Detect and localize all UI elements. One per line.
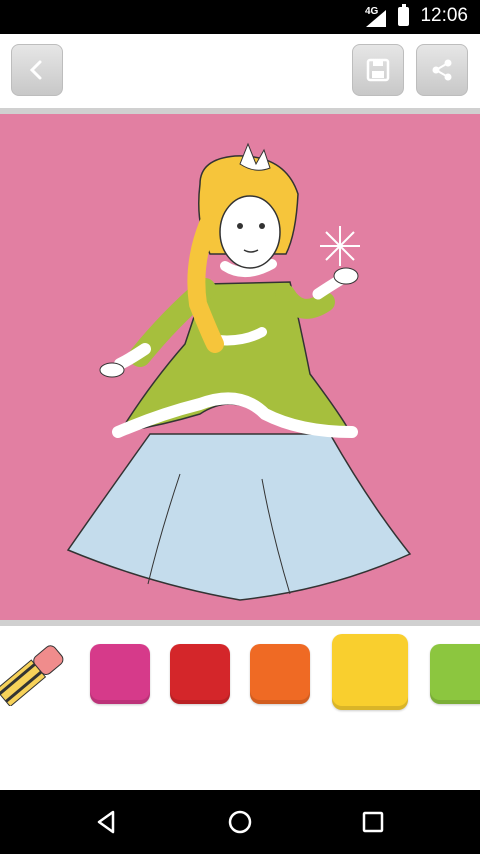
- color-swatch-magenta[interactable]: [90, 644, 150, 704]
- nav-back-icon: [97, 810, 115, 834]
- color-swatch-green[interactable]: [430, 644, 480, 704]
- color-swatch-yellow-selected[interactable]: [332, 634, 408, 710]
- share-icon: [432, 59, 452, 81]
- back-button[interactable]: [11, 44, 63, 96]
- nav-home-button[interactable]: [222, 806, 258, 838]
- color-swatch-red[interactable]: [170, 644, 230, 704]
- chevron-left-icon: [29, 60, 42, 80]
- coloring-canvas[interactable]: [0, 114, 480, 620]
- nav-back-button[interactable]: [88, 806, 124, 838]
- color-palette: [0, 626, 480, 790]
- princess-drawing[interactable]: [0, 114, 480, 620]
- battery-icon: [398, 4, 409, 26]
- toolbar: [0, 34, 480, 108]
- nav-recents-button[interactable]: [355, 806, 391, 838]
- color-swatch-orange[interactable]: [250, 644, 310, 704]
- clock: 12:06: [420, 5, 468, 26]
- nav-recents-icon: [362, 811, 384, 833]
- status-bar: 4G 12:06: [0, 0, 480, 34]
- navigation-bar: [0, 790, 480, 854]
- eraser-tool[interactable]: [0, 640, 66, 708]
- signal-icon: [366, 10, 386, 27]
- nav-home-icon: [228, 810, 252, 834]
- eraser-icon: [0, 645, 64, 708]
- share-button[interactable]: [416, 44, 468, 96]
- save-button[interactable]: [352, 44, 404, 96]
- save-icon: [366, 58, 390, 82]
